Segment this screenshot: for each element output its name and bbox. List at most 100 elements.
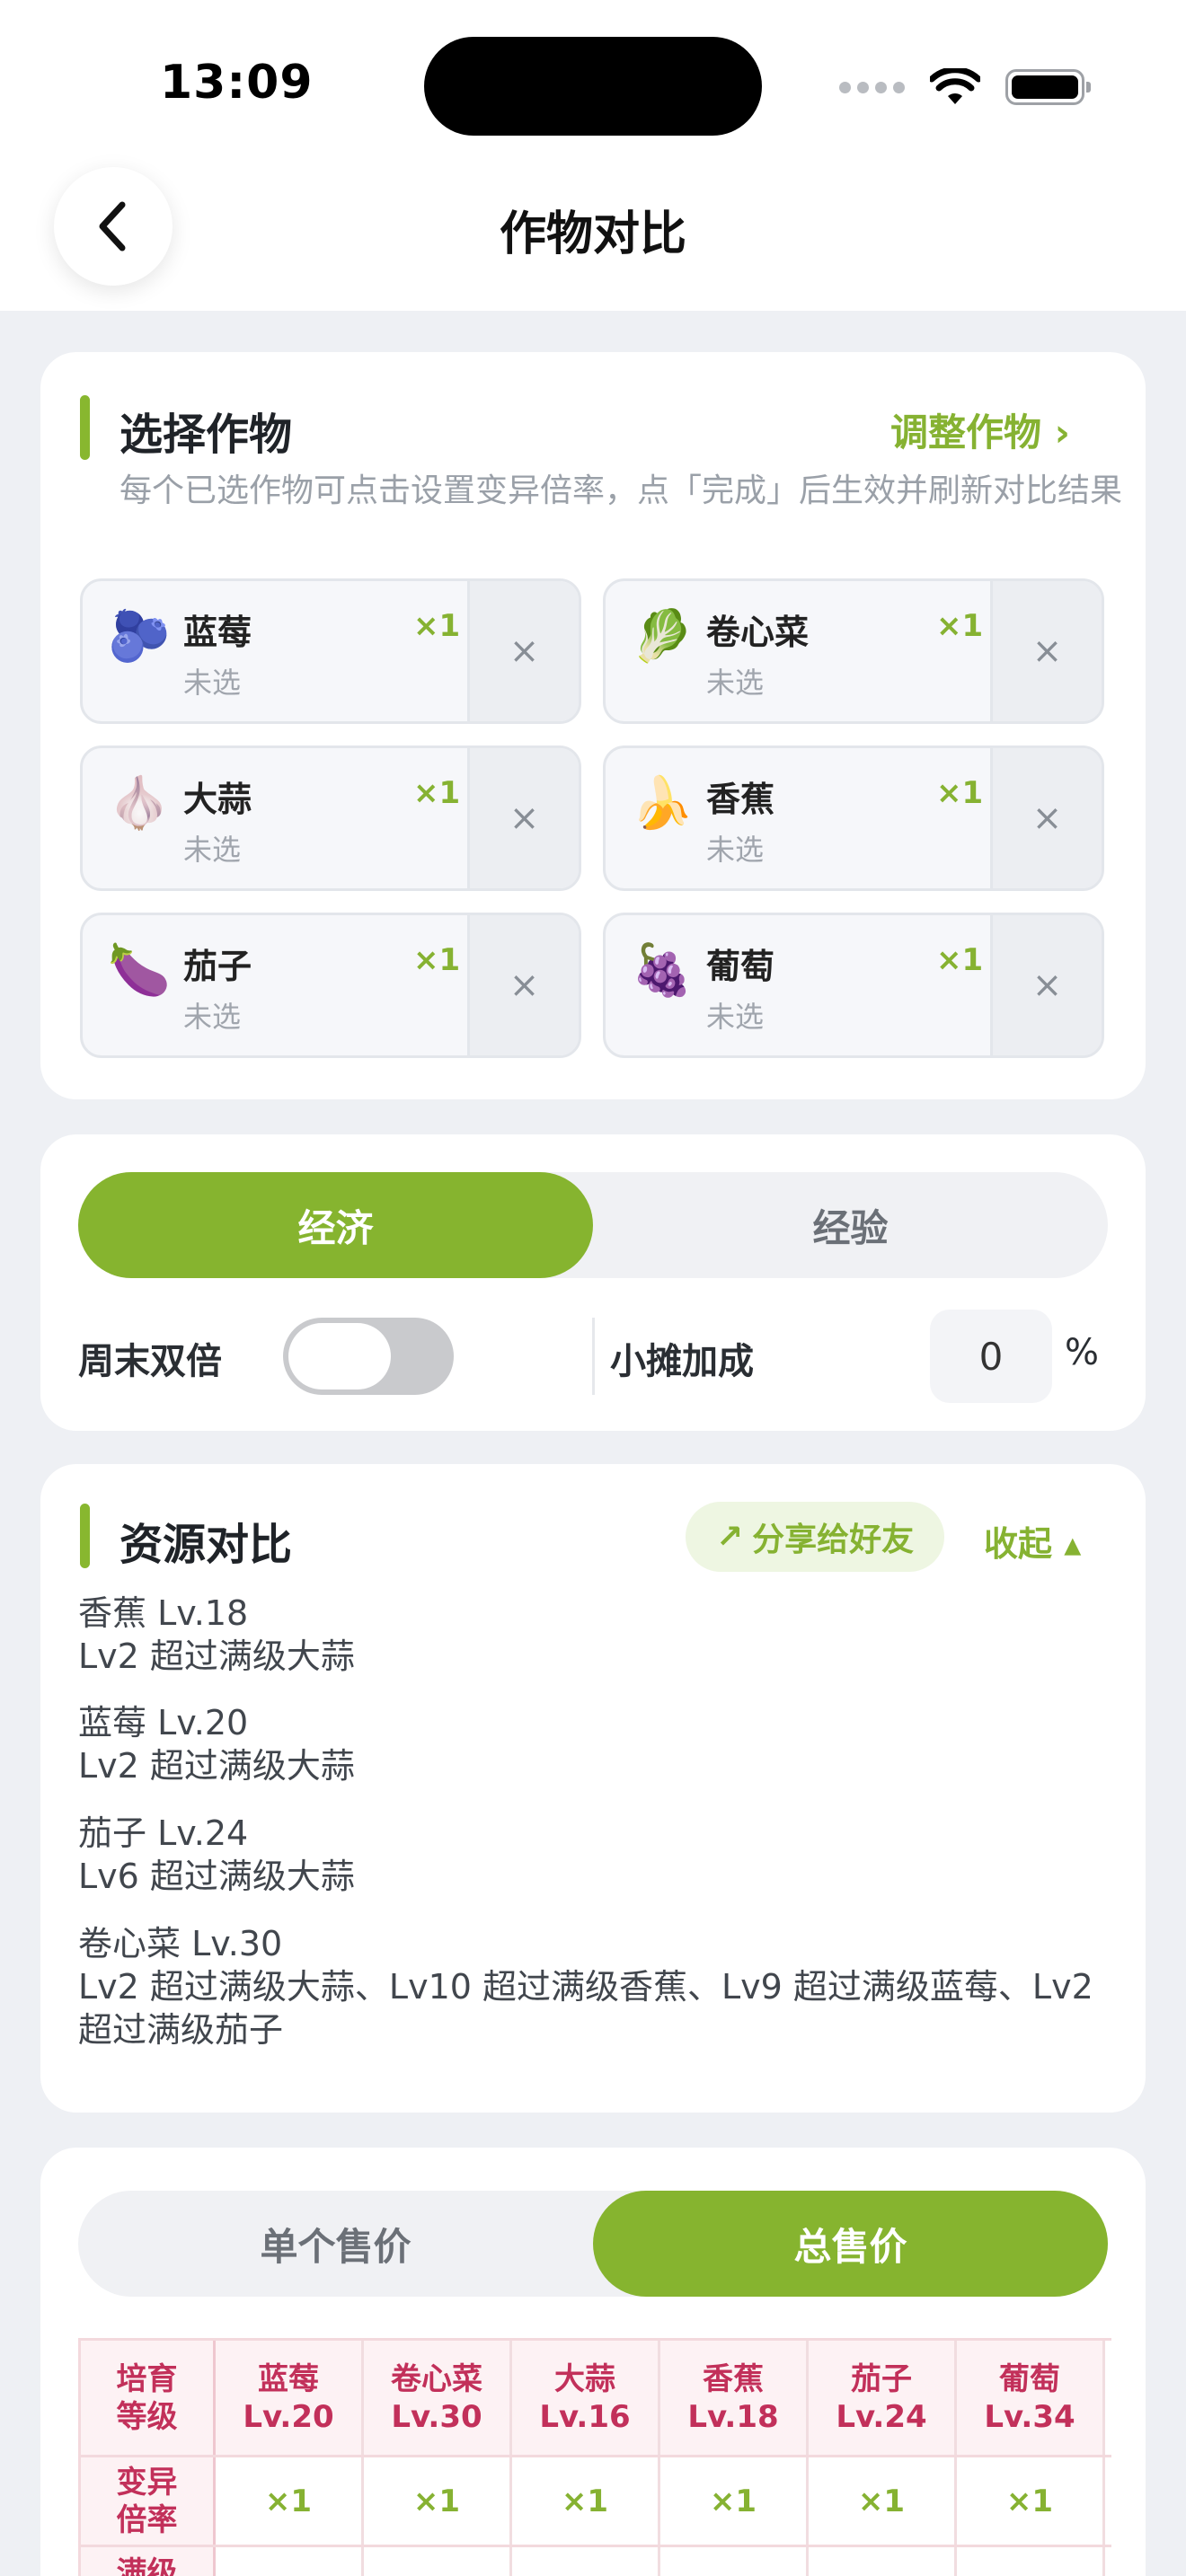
remove-crop-button[interactable]: × — [467, 915, 579, 1055]
stall-bonus-label: 小摊加成 — [610, 1341, 754, 1382]
table-header-row: 培育 等级 蓝莓 Lv.20 卷心菜 Lv.30 大蒜 Lv.16 香蕉 Lv.… — [81, 2341, 1111, 2457]
price-segmented-control: 单个售价 总售价 — [78, 2191, 1108, 2297]
column-header: 茄子 Lv.24 — [809, 2341, 957, 2455]
battery-icon — [1005, 69, 1091, 105]
crop-name: 茄子 — [183, 947, 252, 986]
column-header: 卷心菜 Lv.30 — [364, 2341, 512, 2455]
column-header: 大蒜 Lv.16 — [512, 2341, 660, 2455]
crop-name: 香蕉 — [706, 780, 775, 819]
crop-name: 卷心菜 — [706, 613, 810, 652]
tab-experience[interactable]: 经验 — [593, 1172, 1108, 1278]
crop-multiplier[interactable]: ×1 — [936, 775, 983, 811]
remove-crop-button[interactable]: × — [467, 748, 579, 888]
crop-multiplier[interactable]: ×1 — [936, 942, 983, 978]
signal-icon — [839, 81, 905, 93]
top-bar: 13:09 作物对比 — [0, 0, 1186, 311]
table-row: 满级 — [81, 2547, 1111, 2576]
tab-economy[interactable]: 经济 — [78, 1172, 593, 1278]
status-time: 13:09 — [160, 56, 314, 110]
table-cell — [809, 2547, 957, 2576]
select-crops-card: 选择作物 调整作物 › 每个已选作物可点击设置变异倍率，点「完成」后生效并刷新对… — [40, 352, 1146, 1099]
cabbage-icon: 🥬 — [631, 607, 694, 666]
crop-multiplier[interactable]: ×1 — [413, 608, 460, 644]
mode-card: 经济 经验 周末双倍 小摊加成 0 % — [40, 1134, 1146, 1431]
section-title: 资源对比 — [119, 1520, 293, 1570]
crop-status: 未选 — [183, 666, 242, 700]
resource-item-head: 蓝莓 Lv.20 — [78, 1703, 249, 1742]
crop-multiplier[interactable]: ×1 — [936, 608, 983, 644]
table-cell[interactable]: ×1 — [957, 2457, 1105, 2545]
remove-crop-button[interactable]: × — [990, 581, 1102, 721]
collapse-button[interactable]: 收起 ▴ — [984, 1516, 1081, 1566]
select-hint: 每个已选作物可点击设置变异倍率，点「完成」后生效并刷新对比结果 — [119, 472, 1123, 509]
table-cell[interactable]: ×1 — [660, 2457, 809, 2545]
table-cell[interactable]: ×1 — [809, 2457, 957, 2545]
table-row: 变异 倍率 ×1 ×1 ×1 ×1 ×1 ×1 — [81, 2457, 1111, 2547]
crop-name: 蓝莓 — [183, 613, 252, 652]
remove-crop-button[interactable]: × — [990, 915, 1102, 1055]
row-label: 变异 倍率 — [81, 2457, 216, 2545]
crop-status: 未选 — [183, 833, 242, 867]
crop-status: 未选 — [706, 666, 765, 700]
weekend-double-label: 周末双倍 — [78, 1341, 222, 1382]
crop-card[interactable]: 🍇 葡萄 未选 ×1 × — [603, 913, 1104, 1058]
tab-total-price[interactable]: 总售价 — [593, 2191, 1108, 2297]
table-cell[interactable]: ×1 — [216, 2457, 364, 2545]
row-label: 满级 — [81, 2547, 216, 2576]
remove-crop-button[interactable]: × — [467, 581, 579, 721]
resource-item-body: Lv2 超过满级大蒜 — [78, 1636, 355, 1676]
resource-item: 卷心菜 Lv.30 Lv2 超过满级大蒜、Lv10 超过满级香蕉、Lv9 超过满… — [78, 1922, 1111, 2051]
garlic-icon: 🧄 — [108, 774, 171, 833]
divider — [592, 1318, 595, 1395]
eggplant-icon: 🍆 — [108, 941, 171, 1000]
resource-item: 香蕉 Lv.18 Lv2 超过满级大蒜 — [78, 1592, 1111, 1678]
resource-item-head: 茄子 Lv.24 — [78, 1813, 249, 1853]
blueberry-icon: 🫐 — [108, 607, 171, 666]
table-cell[interactable]: ×1 — [364, 2457, 512, 2545]
dynamic-island — [424, 37, 762, 136]
crop-card[interactable]: 🍆 茄子 未选 ×1 × — [80, 913, 581, 1058]
crop-status: 未选 — [706, 1000, 765, 1034]
crop-card[interactable]: 🫐 蓝莓 未选 ×1 × — [80, 578, 581, 724]
resource-item: 茄子 Lv.24 Lv6 超过满级大蒜 — [78, 1812, 1111, 1898]
tab-unit-price[interactable]: 单个售价 — [78, 2191, 593, 2297]
table-cell — [512, 2547, 660, 2576]
resource-item-body: Lv6 超过满级大蒜 — [78, 1857, 355, 1896]
table-cell — [957, 2547, 1105, 2576]
share-button[interactable]: ↗ 分享给好友 — [686, 1502, 945, 1572]
column-header: 葡萄 Lv.34 — [957, 2341, 1105, 2455]
corner-cell: 培育 等级 — [81, 2341, 216, 2455]
table-cell[interactable]: ×1 — [512, 2457, 660, 2545]
column-header: 蓝莓 Lv.20 — [216, 2341, 364, 2455]
stall-bonus-input[interactable]: 0 — [930, 1310, 1052, 1403]
crop-multiplier[interactable]: ×1 — [413, 775, 460, 811]
weekend-double-toggle[interactable] — [283, 1318, 454, 1395]
section-accent-bar — [80, 1504, 90, 1568]
mode-segmented-control: 经济 经验 — [78, 1172, 1108, 1278]
crop-card[interactable]: 🍌 香蕉 未选 ×1 × — [603, 745, 1104, 891]
crop-card[interactable]: 🧄 大蒜 未选 ×1 × — [80, 745, 581, 891]
resource-compare-card: 资源对比 ↗ 分享给好友 收起 ▴ 香蕉 Lv.18 Lv2 超过满级大蒜 蓝莓… — [40, 1464, 1146, 2113]
price-card: 单个售价 总售价 培育 等级 蓝莓 Lv.20 卷心菜 Lv.30 大蒜 Lv.… — [40, 2148, 1146, 2576]
resource-item-head: 香蕉 Lv.18 — [78, 1593, 249, 1633]
page-title: 作物对比 — [499, 207, 686, 261]
share-label: 分享给好友 — [752, 1522, 915, 1558]
crop-multiplier[interactable]: ×1 — [413, 942, 460, 978]
price-table: 培育 等级 蓝莓 Lv.20 卷心菜 Lv.30 大蒜 Lv.16 香蕉 Lv.… — [78, 2338, 1111, 2576]
grapes-icon: 🍇 — [631, 941, 694, 1000]
resource-item-body: Lv2 超过满级大蒜、Lv10 超过满级香蕉、Lv9 超过满级蓝莓、Lv2 超过… — [78, 1967, 1093, 2050]
crop-status: 未选 — [706, 833, 765, 867]
crop-card[interactable]: 🥬 卷心菜 未选 ×1 × — [603, 578, 1104, 724]
status-icons — [839, 65, 1091, 110]
toggle-knob — [288, 1323, 391, 1389]
table-cell — [216, 2547, 364, 2576]
crop-name: 大蒜 — [183, 780, 252, 819]
adjust-crops-link[interactable]: 调整作物 › — [890, 402, 1070, 457]
remove-crop-button[interactable]: × — [990, 748, 1102, 888]
table-cell — [660, 2547, 809, 2576]
wifi-icon — [930, 68, 980, 104]
resource-item: 蓝莓 Lv.20 Lv2 超过满级大蒜 — [78, 1701, 1111, 1787]
section-title: 选择作物 — [119, 410, 293, 460]
banana-icon: 🍌 — [631, 774, 694, 833]
section-accent-bar — [80, 395, 90, 460]
